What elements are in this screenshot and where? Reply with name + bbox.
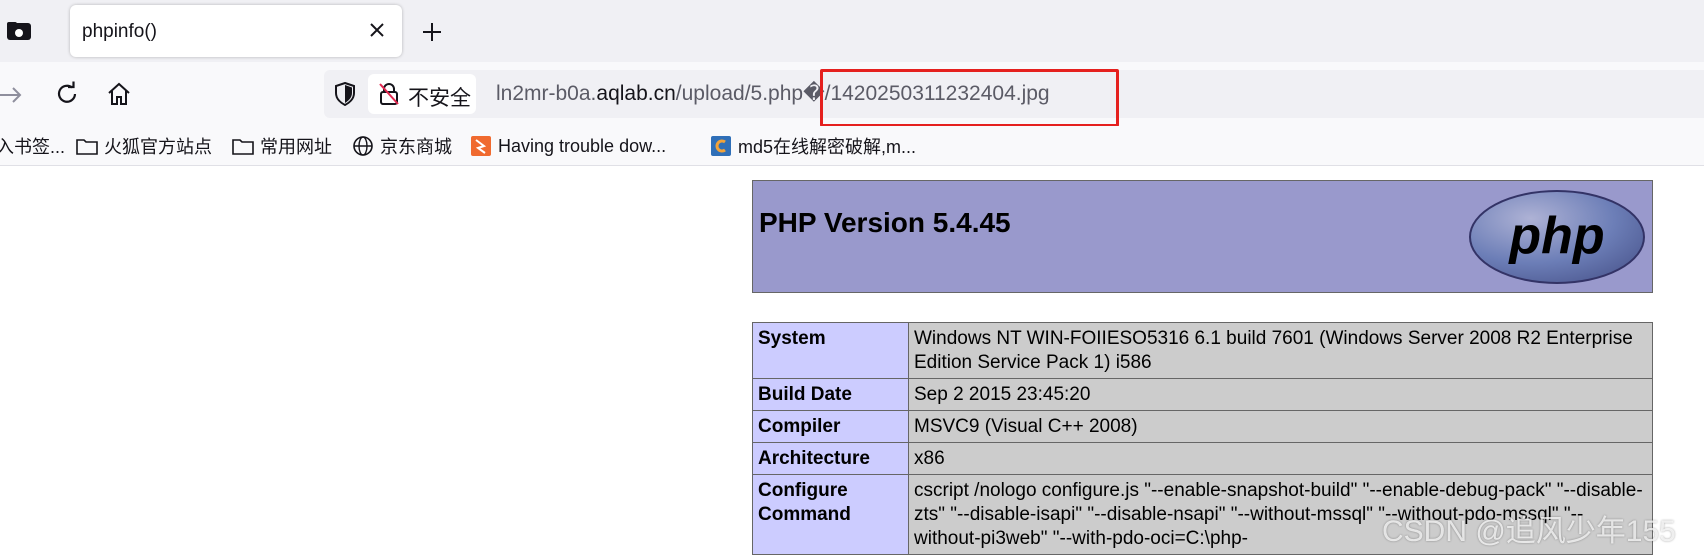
forward-icon[interactable] — [0, 83, 24, 107]
bookmark-jd[interactable]: 京东商城 — [352, 134, 452, 158]
row-value: Windows NT WIN-FOIIESO5316 6.1 build 760… — [908, 322, 1653, 379]
plus-icon[interactable] — [420, 20, 444, 44]
tab-strip: phpinfo() — [0, 0, 1704, 62]
row-key: System — [752, 322, 909, 379]
bookmark-common-sites[interactable]: 常用网址 — [232, 134, 332, 158]
firefox-view-icon[interactable] — [6, 20, 32, 42]
table-row: Compiler MSVC9 (Visual C++ 2008) — [752, 410, 1653, 443]
close-icon[interactable] — [366, 19, 388, 41]
row-key: Build Date — [752, 378, 909, 411]
php-logo: php — [1469, 190, 1645, 284]
highlight-box — [820, 69, 1119, 127]
table-row: Build Date Sep 2 2015 23:45:20 — [752, 378, 1653, 411]
bookmarks-toolbar: 入书签... 火狐官方站点 常用网址 京东商城 Having trouble d… — [0, 126, 1704, 166]
row-value: MSVC9 (Visual C++ 2008) — [908, 410, 1653, 443]
bookmark-label: 火狐官方站点 — [104, 137, 212, 157]
orange-puzzle-icon — [471, 136, 491, 156]
row-value: Sep 2 2015 23:45:20 — [908, 378, 1653, 411]
row-key: Configure Command — [752, 474, 909, 555]
bookmark-label: Having trouble dow... — [498, 135, 667, 156]
bookmark-label: 京东商城 — [380, 137, 452, 157]
home-icon[interactable] — [106, 81, 132, 107]
php-logo-text: php — [1507, 207, 1604, 265]
tab-title: phpinfo() — [82, 21, 157, 42]
blue-c-icon — [711, 136, 731, 156]
globe-icon — [353, 136, 373, 156]
page-content: PHP Version 5.4.45 php System Windows NT … — [0, 166, 1704, 555]
url-prefix: ln2mr-b0a. — [496, 82, 597, 105]
url-domain: aqlab.cn — [596, 82, 676, 105]
row-key: Architecture — [752, 442, 909, 475]
insecure-label: 不安全 — [408, 87, 471, 110]
php-header: PHP Version 5.4.45 php — [752, 180, 1653, 293]
reload-icon[interactable] — [54, 81, 80, 107]
insecure-lock-icon — [379, 83, 399, 105]
row-value: x86 — [908, 442, 1653, 475]
bookmark-firefox-site[interactable]: 火狐官方站点 — [76, 134, 212, 158]
site-security-button[interactable]: 不安全 — [368, 74, 476, 114]
folder-icon — [76, 139, 98, 155]
row-key: Compiler — [752, 410, 909, 443]
bookmark-import[interactable]: 入书签... — [0, 134, 65, 158]
php-version-title: PHP Version 5.4.45 — [759, 207, 1011, 238]
bookmark-label: 常用网址 — [260, 137, 332, 157]
bookmark-label: 入书签... — [0, 137, 66, 157]
watermark-text: CSDN @追风少年155 — [1382, 515, 1676, 548]
tab-phpinfo[interactable]: phpinfo() — [70, 5, 402, 57]
table-row: Architecture x86 — [752, 442, 1653, 475]
bookmark-md5[interactable]: md5在线解密破解,m... — [710, 134, 916, 158]
bookmark-label: md5在线解密破解,m... — [738, 137, 917, 157]
folder-icon — [232, 139, 254, 155]
table-row: System Windows NT WIN-FOIIESO5316 6.1 bui… — [752, 322, 1653, 379]
bookmark-having-trouble[interactable]: Having trouble dow... — [470, 134, 666, 158]
shield-icon[interactable] — [334, 82, 356, 106]
